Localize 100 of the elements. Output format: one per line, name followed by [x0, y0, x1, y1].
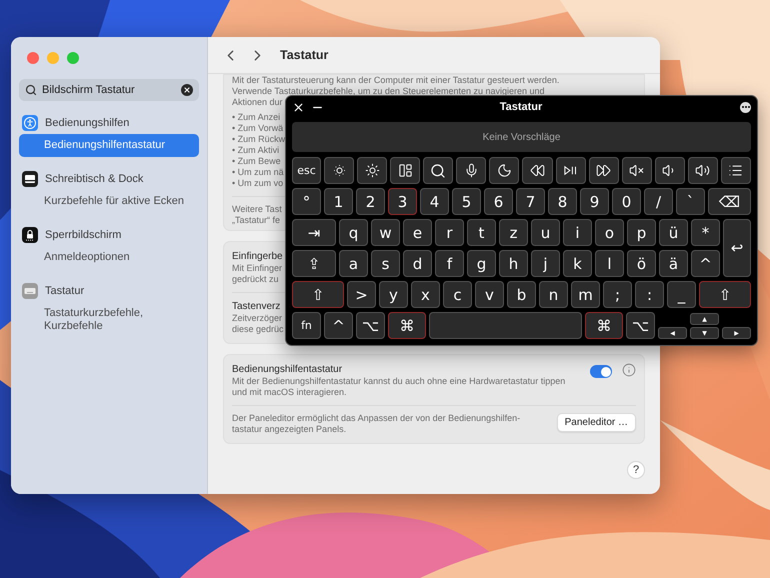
- dock-icon: [22, 170, 38, 186]
- play-pause-icon: [563, 163, 578, 178]
- keyboard-key[interactable]: b: [507, 281, 536, 308]
- keyboard-key[interactable]: 1: [324, 188, 353, 215]
- keyboard-key[interactable]: 2: [356, 188, 385, 215]
- bullet-text: • Zum Vorwä: [232, 123, 284, 134]
- volume-high-icon: [695, 163, 710, 178]
- keyboard-key[interactable]: 4: [420, 188, 449, 215]
- keyboard-key[interactable]: fn: [292, 312, 321, 339]
- more-button[interactable]: [740, 102, 751, 112]
- keyboard-key[interactable]: 5: [452, 188, 481, 215]
- keyboard-key[interactable]: u: [531, 219, 560, 246]
- panel-editor-button[interactable]: Paneleditor …: [556, 413, 636, 432]
- keyboard-key[interactable]: p: [627, 219, 656, 246]
- keyboard-key[interactable]: *: [691, 219, 720, 246]
- keyboard-key[interactable]: v: [475, 281, 504, 308]
- keyboard-key[interactable]: d: [403, 250, 432, 277]
- keyboard-key[interactable]: n: [539, 281, 568, 308]
- sidebar-item[interactable]: Tastatur: [19, 279, 199, 302]
- keyboard-key[interactable]: ⌥: [626, 312, 655, 339]
- keyboard-key[interactable]: m: [571, 281, 600, 308]
- sidebar-item[interactable]: Sperrbildschirm: [19, 223, 199, 246]
- keyboard-key[interactable]: t: [467, 219, 496, 246]
- keyboard-key[interactable]: [390, 157, 420, 184]
- keyboard-key[interactable]: x: [411, 281, 440, 308]
- toggle-switch[interactable]: [590, 365, 612, 378]
- keyboard-key[interactable]: [588, 157, 619, 184]
- sidebar-item[interactable]: Tastaturkurzbefehle, Kurzbefehle: [19, 302, 199, 338]
- return-key[interactable]: ↩: [723, 219, 751, 277]
- keyboard-key[interactable]: [622, 157, 652, 184]
- keyboard-key[interactable]: ⇪: [292, 250, 336, 277]
- keyboard-key[interactable]: w: [371, 219, 400, 246]
- keyboard-key[interactable]: y: [379, 281, 408, 308]
- keyboard-key[interactable]: [654, 157, 685, 184]
- keyboard-key[interactable]: >: [347, 281, 376, 308]
- keyboard-key[interactable]: [456, 157, 486, 184]
- keyboard-key[interactable]: /: [644, 188, 673, 215]
- keyboard-key[interactable]: ⌫: [708, 188, 751, 215]
- keyboard-key[interactable]: 7: [516, 188, 545, 215]
- keyboard-key[interactable]: c: [443, 281, 472, 308]
- keyboard-key[interactable]: ⌥: [356, 312, 385, 339]
- setting-title: Einfingerbe: [232, 250, 283, 263]
- keyboard-key[interactable]: [556, 157, 586, 184]
- keyboard-key[interactable]: ;: [603, 281, 632, 308]
- keyboard-key[interactable]: s: [371, 250, 400, 277]
- keyboard-key[interactable]: :: [635, 281, 664, 308]
- keyboard-key[interactable]: [357, 157, 388, 184]
- keyboard-key[interactable]: ^: [324, 312, 353, 339]
- keyboard-key[interactable]: ⇥: [292, 219, 336, 246]
- keyboard-key[interactable]: esc: [292, 157, 321, 184]
- keyboard-key[interactable]: z: [499, 219, 528, 246]
- close-button[interactable]: [292, 100, 305, 114]
- keyboard-key[interactable]: o: [595, 219, 624, 246]
- help-button[interactable]: ?: [627, 461, 645, 479]
- keyboard-key[interactable]: 0: [612, 188, 641, 215]
- keyboard-key[interactable]: ⇧: [292, 281, 344, 308]
- keyboard-key[interactable]: `: [676, 188, 705, 215]
- bullet-text: • Um zum vo: [232, 178, 284, 189]
- keyboard-key[interactable]: k: [563, 250, 592, 277]
- keyboard-key[interactable]: ⌘: [585, 312, 623, 339]
- keyboard-key[interactable]: q: [339, 219, 368, 246]
- keyboard-key[interactable]: 8: [548, 188, 577, 215]
- keyboard-key[interactable]: _: [667, 281, 696, 308]
- keyboard-key[interactable]: ⌘: [388, 312, 426, 339]
- sidebar-item[interactable]: Anmeldeoptionen: [19, 246, 199, 269]
- info-icon: [622, 363, 636, 377]
- keyboard-key[interactable]: e: [403, 219, 432, 246]
- sidebar-item[interactable]: Schreibtisch & Dock: [19, 167, 199, 190]
- keyboard-key[interactable]: [688, 157, 718, 184]
- keyboard-key[interactable]: [423, 157, 454, 184]
- keyboard-key[interactable]: g: [467, 250, 496, 277]
- keyboard-key[interactable]: l: [595, 250, 624, 277]
- keyboard-key[interactable]: ⇧: [699, 281, 751, 308]
- info-button[interactable]: [622, 363, 636, 377]
- keyboard-key[interactable]: ^: [691, 250, 720, 277]
- keyboard-key[interactable]: j: [531, 250, 560, 277]
- keyboard-key[interactable]: 6: [484, 188, 513, 215]
- suggestion-text: Keine Vorschläge: [482, 132, 560, 142]
- keyboard-key[interactable]: [489, 157, 520, 184]
- keyboard-key[interactable]: ö: [627, 250, 656, 277]
- sidebar-item[interactable]: Bedienungshilfentastatur: [19, 134, 199, 157]
- keyboard-key[interactable]: f: [435, 250, 464, 277]
- keyboard-key[interactable]: [324, 157, 354, 184]
- search-input[interactable]: Bildschirm Tastatur: [42, 84, 176, 96]
- keyboard-key[interactable]: 3: [388, 188, 417, 215]
- search-field[interactable]: Bildschirm Tastatur: [19, 79, 199, 101]
- clear-button[interactable]: [181, 84, 193, 96]
- keyboard-key[interactable]: ü: [659, 219, 688, 246]
- keyboard-key[interactable]: ä: [659, 250, 688, 277]
- keyboard-key[interactable]: r: [435, 219, 464, 246]
- keyboard-key[interactable]: h: [499, 250, 528, 277]
- keyboard-key[interactable]: a: [339, 250, 368, 277]
- sidebar-item[interactable]: Bedienungshilfen: [19, 111, 199, 134]
- keyboard-key[interactable]: 9: [580, 188, 609, 215]
- sidebar-item[interactable]: Kurzbefehle für aktive Ecken: [19, 190, 199, 213]
- bullet-text: • Zum Aktivi: [232, 145, 280, 156]
- keyboard-key[interactable]: [522, 157, 553, 184]
- keyboard-key[interactable]: °: [292, 188, 321, 215]
- keyboard-key[interactable]: [720, 157, 752, 184]
- keyboard-key[interactable]: i: [563, 219, 592, 246]
